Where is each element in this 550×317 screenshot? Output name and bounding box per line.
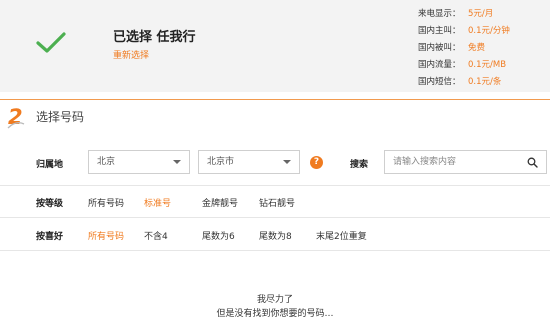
province-select[interactable]: 北京: [88, 150, 190, 174]
section-title: 选择号码: [36, 110, 85, 124]
chevron-down-icon: [283, 160, 291, 164]
checkmark-icon: [36, 32, 66, 53]
search-label: 搜索: [350, 160, 369, 170]
fee-value: 5元/月: [468, 9, 494, 19]
fee-label: 来电显示：: [418, 9, 461, 19]
fee-value: 免费: [468, 43, 486, 53]
grade-option-gold[interactable]: 金牌靓号: [202, 196, 238, 209]
empty-state-message: 但是没有找到你想要的号码…: [216, 309, 334, 317]
grade-option-diamond[interactable]: 钻石靓号: [259, 196, 295, 209]
empty-state-title: 我尽力了: [256, 295, 293, 305]
city-select[interactable]: 北京市: [198, 150, 300, 174]
location-label: 归属地: [36, 160, 64, 170]
fee-value: 0.1元/分钟: [468, 26, 510, 36]
grade-option-standard[interactable]: 标准号: [144, 196, 171, 209]
preference-option-repeat-last-2[interactable]: 末尾2位重复: [316, 229, 367, 242]
province-value: 北京: [97, 157, 116, 167]
selection-summary-panel: 已选择 任我行 重新选择 来电显示： 5元/月 国内主叫： 0.1元/分钟 国内被叫…: [0, 0, 550, 92]
search-input[interactable]: [385, 151, 525, 173]
preference-label: 按喜好: [36, 232, 64, 242]
row-divider: [0, 185, 550, 186]
row-divider: [0, 217, 550, 218]
grade-option-all[interactable]: 所有号码: [88, 196, 124, 209]
fee-value: 0.1元/MB: [468, 60, 507, 70]
row-divider: [0, 250, 550, 251]
grade-label: 按等级: [36, 199, 64, 209]
selected-plan-title: 已选择 任我行: [113, 30, 196, 45]
fee-value: 0.1元/条: [468, 77, 502, 87]
fee-row: 来电显示： 5元/月: [418, 6, 548, 23]
search-icon[interactable]: [527, 157, 538, 168]
reselect-link[interactable]: 重新选择: [113, 48, 149, 61]
fee-label: 国内被叫：: [418, 43, 461, 53]
fee-row: 国内流量： 0.1元/MB: [418, 57, 548, 74]
fee-label: 国内短信：: [418, 77, 461, 87]
city-value: 北京市: [207, 157, 235, 167]
preference-option-ends-8[interactable]: 尾数为8: [259, 229, 292, 242]
preference-option-all[interactable]: 所有号码: [88, 229, 124, 242]
help-icon[interactable]: ?: [310, 156, 323, 169]
fee-row: 国内主叫： 0.1元/分钟: [418, 23, 548, 40]
fee-row: 国内被叫： 免费: [418, 40, 548, 57]
fee-label: 国内主叫：: [418, 26, 461, 36]
preference-option-no-4[interactable]: 不含4: [144, 229, 168, 242]
step-two-icon: 2: [7, 105, 25, 129]
fee-label: 国内流量：: [418, 60, 461, 70]
preference-option-ends-6[interactable]: 尾数为6: [202, 229, 235, 242]
fee-row: 国内短信： 0.1元/条: [418, 74, 548, 91]
section-divider: [0, 99, 550, 100]
chevron-down-icon: [173, 160, 181, 164]
fee-list: 来电显示： 5元/月 国内主叫： 0.1元/分钟 国内被叫： 免费 国内流量： 0.1元…: [418, 6, 548, 91]
search-box: [384, 150, 547, 174]
